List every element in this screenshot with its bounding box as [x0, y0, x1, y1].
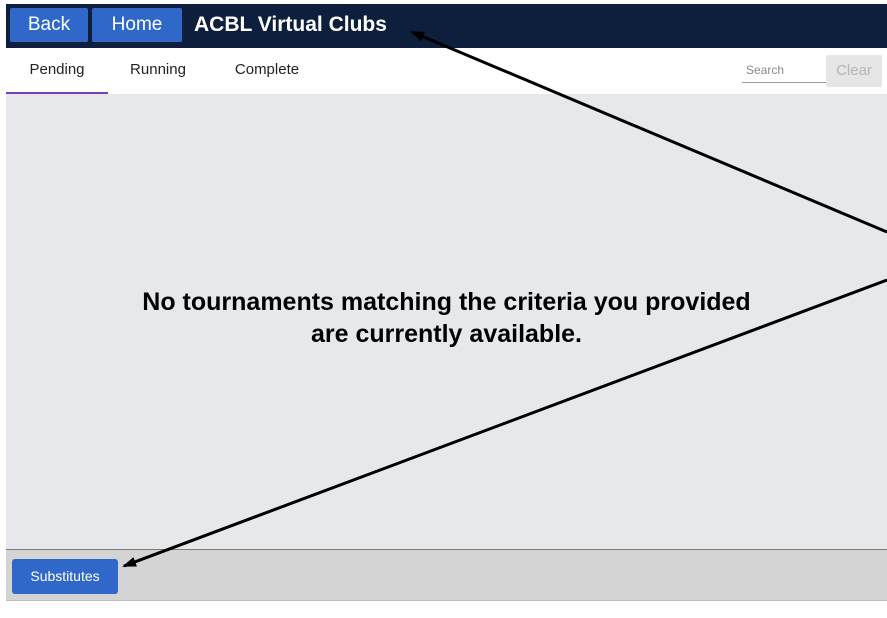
footer-bar: Substitutes [6, 550, 887, 601]
tab-bar: Pending Running Complete Clear [6, 48, 887, 94]
top-header-bar: Back Home ACBL Virtual Clubs [6, 4, 887, 48]
home-button[interactable]: Home [92, 8, 182, 42]
substitutes-button[interactable]: Substitutes [12, 559, 118, 594]
app-title: ACBL Virtual Clubs [194, 13, 387, 36]
tab-running[interactable]: Running [118, 48, 198, 92]
app-window: Back Home ACBL Virtual Clubs Pending Run… [6, 4, 887, 610]
back-button[interactable]: Back [10, 8, 88, 42]
tab-complete[interactable]: Complete [222, 48, 312, 92]
clear-button[interactable]: Clear [826, 55, 882, 87]
tournament-list-area: No tournaments matching the criteria you… [6, 94, 887, 550]
empty-state-line-1: No tournaments matching the criteria you… [142, 288, 751, 316]
search-input[interactable] [742, 58, 832, 83]
empty-state-line-2: are currently available. [311, 320, 582, 348]
empty-state-message: No tournaments matching the criteria you… [6, 286, 887, 350]
tab-pending[interactable]: Pending [6, 48, 108, 94]
